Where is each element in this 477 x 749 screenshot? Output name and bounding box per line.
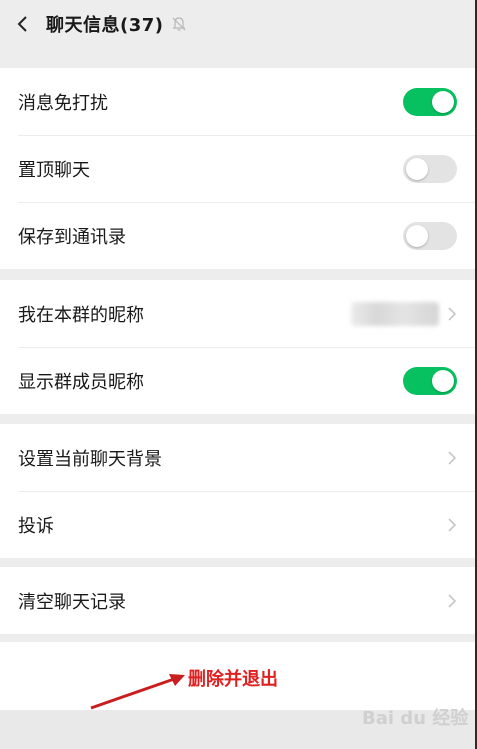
toggle-knob	[406, 157, 428, 180]
mute-notifications-label: 消息免打扰	[18, 92, 108, 114]
row-my-group-nickname[interactable]: 我在本群的昵称	[0, 280, 475, 347]
show-member-nicknames-toggle[interactable]	[403, 366, 457, 395]
notification-settings-group: 消息免打扰 置顶聊天 保存到通讯录	[0, 68, 475, 269]
row-pin-chat: 置顶聊天	[0, 135, 475, 202]
pin-chat-toggle[interactable]	[403, 154, 457, 183]
delete-and-exit-button[interactable]: 删除并退出	[188, 665, 278, 691]
chat-info-screen: 聊天信息(37) 消息免打扰 置顶聊天 保存到通讯录 我在本群的昵称 显示群成员…	[0, 0, 477, 749]
bell-off-icon	[172, 16, 188, 32]
row-show-member-nicknames: 显示群成员昵称	[0, 347, 475, 414]
save-to-contacts-label: 保存到通讯录	[18, 226, 126, 248]
set-chat-background-label: 设置当前聊天背景	[18, 448, 162, 470]
back-chevron-left-icon[interactable]	[16, 16, 32, 32]
chevron-right-icon	[448, 593, 457, 608]
chevron-right-icon	[448, 517, 457, 532]
watermark: Bai du 经验	[362, 708, 469, 729]
header-bar: 聊天信息(37)	[0, 0, 475, 48]
clear-chat-history-label: 清空聊天记录	[18, 591, 126, 613]
mute-notifications-toggle[interactable]	[403, 87, 457, 116]
toggle-knob	[432, 90, 454, 113]
show-member-nicknames-label: 显示群成员昵称	[18, 371, 144, 393]
toggle-knob	[406, 224, 428, 247]
row-complaint[interactable]: 投诉	[0, 491, 475, 558]
nickname-settings-group: 我在本群的昵称 显示群成员昵称	[0, 280, 475, 414]
chevron-right-icon	[448, 306, 457, 321]
nickname-value-blurred	[351, 301, 439, 326]
complaint-label: 投诉	[18, 515, 54, 537]
clear-history-group: 清空聊天记录	[0, 567, 475, 634]
my-group-nickname-label: 我在本群的昵称	[18, 304, 144, 326]
row-save-to-contacts: 保存到通讯录	[0, 202, 475, 269]
row-clear-chat-history[interactable]: 清空聊天记录	[0, 567, 475, 634]
annotation-arrow-icon	[90, 674, 185, 710]
row-set-chat-background[interactable]: 设置当前聊天背景	[0, 424, 475, 491]
background-complaint-group: 设置当前聊天背景 投诉	[0, 424, 475, 558]
save-to-contacts-toggle[interactable]	[403, 221, 457, 250]
page-title: 聊天信息(37)	[46, 15, 164, 36]
row-mute-notifications: 消息免打扰	[0, 68, 475, 135]
chevron-right-icon	[448, 450, 457, 465]
toggle-knob	[432, 369, 454, 392]
pin-chat-label: 置顶聊天	[18, 159, 90, 181]
